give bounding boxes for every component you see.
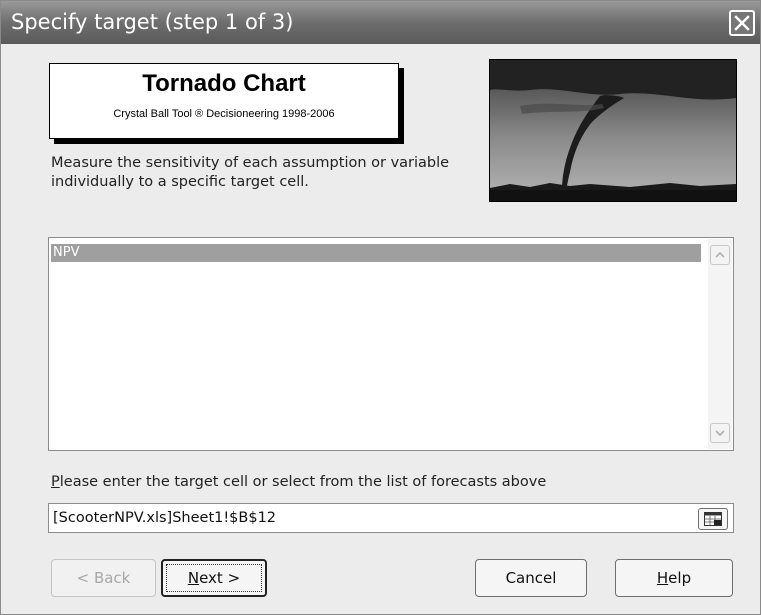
target-prompt: Please enter the target cell or select f… — [51, 474, 546, 490]
list-item[interactable]: NPV — [51, 244, 701, 262]
tool-copyright: Crystal Ball Tool ® Decisioneering 1998-… — [113, 108, 335, 120]
help-mnemonic: H — [656, 569, 669, 587]
tool-description: Measure the sensitivity of each assumpti… — [51, 155, 450, 190]
window-title: Specify target (step 1 of 3) — [11, 10, 294, 34]
scroll-down-button[interactable] — [710, 423, 730, 443]
forecast-list-scrollbar[interactable] — [708, 239, 732, 449]
forecast-list[interactable]: NPV — [48, 237, 734, 451]
next-button[interactable]: Next > — [161, 559, 267, 597]
tool-title: Tornado Chart — [142, 70, 306, 97]
range-select-icon — [704, 512, 722, 526]
focus-rectangle — [166, 564, 262, 592]
cancel-button[interactable]: Cancel — [475, 559, 587, 597]
range-select-button[interactable] — [698, 508, 728, 530]
back-button[interactable]: < Back — [51, 559, 156, 597]
close-button[interactable] — [729, 10, 755, 36]
prompt-text: lease enter the target cell or select fr… — [59, 474, 547, 490]
close-icon — [734, 15, 750, 31]
tornado-photo — [489, 59, 737, 202]
chevron-down-icon — [715, 430, 725, 437]
prompt-mnemonic: P — [51, 474, 60, 490]
chevron-up-icon — [715, 251, 725, 258]
tool-header-box: Tornado Chart Crystal Ball Tool ® Decisi… — [49, 63, 399, 139]
target-cell-input[interactable] — [48, 503, 734, 533]
help-label: elp — [668, 569, 692, 587]
scroll-up-button[interactable] — [710, 245, 730, 265]
dialog-window: Specify target (step 1 of 3) Tornado Cha… — [0, 0, 761, 615]
title-bar: Specify target (step 1 of 3) — [1, 1, 760, 44]
help-button[interactable]: Help — [615, 559, 733, 597]
